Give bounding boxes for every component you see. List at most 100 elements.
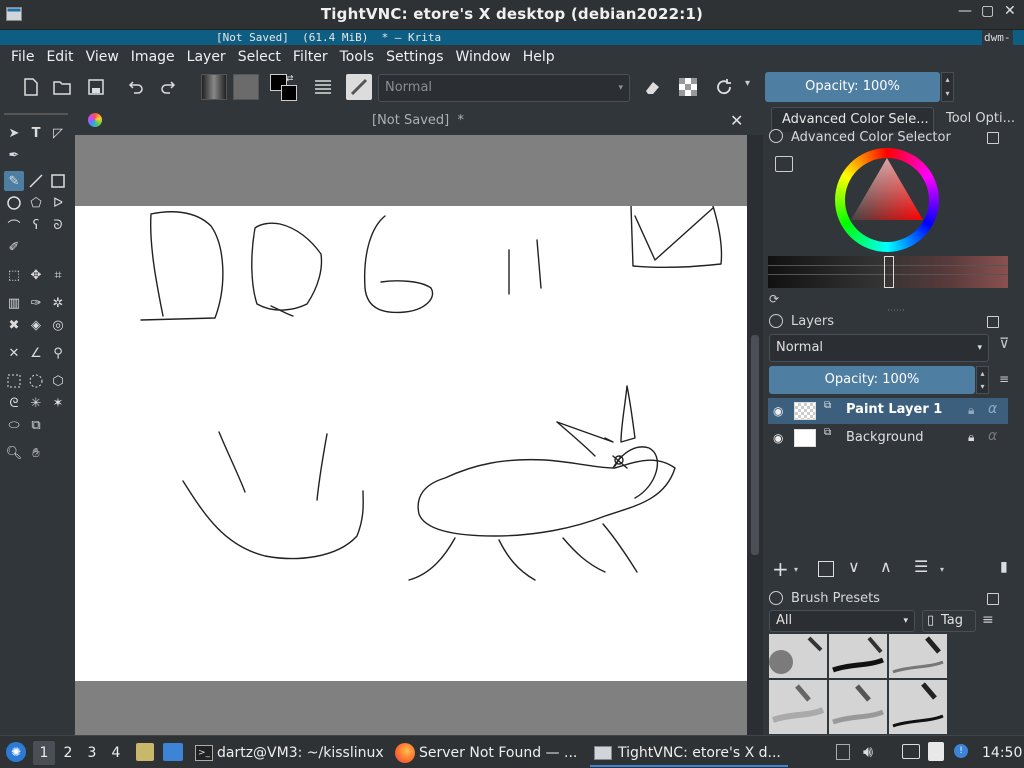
close-button[interactable]: ✕: [1004, 3, 1016, 19]
menu-settings[interactable]: Settings: [380, 45, 449, 69]
layer-filter-icon[interactable]: ⊽: [999, 336, 1009, 352]
similar-selection-tool-icon[interactable]: ✶: [48, 393, 68, 413]
contiguous-selection-tool-icon[interactable]: ✳: [26, 393, 46, 413]
enclose-fill-tool-icon[interactable]: ◎: [48, 315, 68, 335]
show-desktop-icon[interactable]: [163, 743, 183, 761]
close-canvas-icon[interactable]: ✕: [730, 111, 743, 130]
layer-row-paint-layer-1[interactable]: ◉ ⧉ Paint Layer 1 🔒︎ α: [768, 398, 1008, 424]
crop-tool-icon[interactable]: ⌗: [48, 265, 68, 285]
preset-menu-icon[interactable]: ≡: [982, 612, 994, 628]
assistant-tool-icon[interactable]: ✕: [4, 343, 24, 363]
undo-icon[interactable]: [124, 75, 148, 99]
clock[interactable]: 14:50: [982, 741, 1022, 765]
layer-properties-chevron-icon[interactable]: ▾: [940, 565, 944, 574]
menu-help[interactable]: Help: [517, 45, 561, 69]
brush-preset-tile[interactable]: [829, 680, 887, 734]
dynamic-brush-tool-icon[interactable]: ᘐ: [48, 215, 68, 235]
toolbar-opacity-slider[interactable]: Opacity: 100%: [765, 72, 940, 102]
save-icon[interactable]: [84, 75, 108, 99]
brush-preset-icon[interactable]: [346, 74, 372, 100]
refresh-icon[interactable]: ⟳: [769, 292, 779, 306]
shade-selector[interactable]: [768, 256, 1008, 288]
smart-patch-tool-icon[interactable]: ✲: [48, 293, 68, 313]
color-picker-tool-icon[interactable]: ✑: [26, 293, 46, 313]
update-icon[interactable]: !: [954, 744, 968, 758]
float-layers-docker-icon[interactable]: [987, 316, 999, 328]
redo-icon[interactable]: [156, 75, 180, 99]
duplicate-layer-icon[interactable]: [818, 561, 834, 577]
preset-filter-select[interactable]: All ▾: [769, 610, 915, 632]
magnetic-selection-tool-icon[interactable]: ⧉: [26, 415, 46, 435]
zoom-tool-icon[interactable]: 🔍︎: [4, 443, 24, 463]
lock-presets-docker-icon[interactable]: [769, 591, 783, 605]
polygon-selection-tool-icon[interactable]: ⬡: [48, 371, 68, 391]
layer-properties-icon[interactable]: ☰: [914, 557, 928, 576]
edit-shapes-tool-icon[interactable]: ◸: [48, 123, 68, 143]
vnc-title-bar[interactable]: TightVNC: etore's X desktop (debian2022:…: [0, 0, 1024, 30]
lock-icon[interactable]: 🔒︎: [968, 403, 974, 418]
layer-opacity-spinner[interactable]: ▴ ▾: [976, 366, 989, 394]
workspace-4[interactable]: 4: [107, 741, 125, 765]
more-chevron-icon[interactable]: ▾: [745, 78, 750, 89]
lock-icon[interactable]: 🔒︎: [968, 430, 974, 445]
move-tool-icon[interactable]: ✥: [26, 265, 46, 285]
transform-tool-icon[interactable]: ⬚: [4, 265, 24, 285]
menu-view[interactable]: View: [80, 45, 125, 69]
docker-splitter[interactable]: ⋯⋯: [887, 306, 905, 316]
lock-layers-docker-icon[interactable]: [769, 314, 783, 328]
task-firefox[interactable]: Server Not Found — ...: [393, 741, 583, 765]
freehand-brush-tool-icon[interactable]: ✎: [4, 171, 24, 191]
text-tool-icon[interactable]: T: [26, 123, 46, 143]
preset-tag-button[interactable]: ▯ Tag: [922, 610, 976, 632]
workspace-1[interactable]: 1: [33, 741, 55, 765]
maximize-button[interactable]: ▢: [981, 3, 994, 19]
alpha-inherit-icon[interactable]: α: [988, 428, 997, 444]
freehand-path-tool-icon[interactable]: ʕ: [26, 215, 46, 235]
reference-images-tool-icon[interactable]: ⚲: [48, 343, 68, 363]
menu-edit[interactable]: Edit: [40, 45, 79, 69]
notes-icon[interactable]: [928, 742, 944, 761]
minimize-button[interactable]: —: [958, 3, 972, 19]
gradient-tool-icon[interactable]: ▥: [4, 293, 24, 313]
move-layer-down-icon[interactable]: ∨: [848, 557, 860, 576]
bezier-selection-tool-icon[interactable]: ⬭: [4, 415, 24, 435]
canvas-area[interactable]: [75, 135, 747, 735]
canvas-vertical-scrollbar[interactable]: [747, 135, 763, 735]
freehand-selection-tool-icon[interactable]: ᘓ: [4, 393, 24, 413]
menu-select[interactable]: Select: [232, 45, 287, 69]
visibility-eye-icon[interactable]: ◉: [773, 404, 783, 418]
lock-docker-icon[interactable]: [769, 129, 783, 143]
layer-row-background[interactable]: ◉ ⧉ Background 🔒︎ α: [768, 425, 1008, 451]
network-icon[interactable]: [902, 744, 920, 759]
color-selector-settings-icon[interactable]: [775, 156, 793, 172]
calligraphy-tool-icon[interactable]: ✒: [4, 145, 24, 165]
menu-image[interactable]: Image: [125, 45, 181, 69]
alpha-lock-icon[interactable]: [676, 75, 700, 99]
volume-icon[interactable]: 🔊︎: [863, 742, 873, 762]
tab-tool-options[interactable]: Tool Opti...: [938, 107, 1024, 132]
line-tool-icon[interactable]: [26, 171, 46, 191]
task-tightvnc[interactable]: TightVNC: etore's X d...: [590, 741, 788, 767]
scrollbar-thumb[interactable]: [751, 335, 759, 555]
blend-mode-select[interactable]: Normal ▾: [378, 74, 630, 102]
layer-menu-icon[interactable]: ≡: [999, 372, 1009, 386]
menu-file[interactable]: File: [5, 45, 40, 69]
rectangle-tool-icon[interactable]: [48, 171, 68, 191]
menu-window[interactable]: Window: [450, 45, 517, 69]
ellipse-tool-icon[interactable]: [4, 193, 24, 213]
brush-settings-icon[interactable]: [311, 75, 335, 99]
tray-clipboard-icon[interactable]: [836, 744, 850, 760]
delete-layer-icon[interactable]: ▮: [1000, 559, 1008, 575]
gradient-swatch-icon[interactable]: [201, 74, 227, 100]
workspace-2[interactable]: 2: [59, 741, 77, 765]
fg-bg-color-icon[interactable]: ⇄: [270, 74, 298, 102]
file-manager-icon[interactable]: [136, 743, 154, 761]
move-layer-up-icon[interactable]: ∧: [880, 557, 892, 576]
start-menu-icon[interactable]: ✺: [6, 742, 26, 762]
select-shapes-tool-icon[interactable]: ➤: [4, 123, 24, 143]
layer-name[interactable]: Background: [846, 430, 924, 445]
menu-tools[interactable]: Tools: [334, 45, 381, 69]
brush-preset-tile[interactable]: [829, 634, 887, 678]
eraser-icon[interactable]: [640, 75, 664, 99]
menu-layer[interactable]: Layer: [181, 45, 232, 69]
